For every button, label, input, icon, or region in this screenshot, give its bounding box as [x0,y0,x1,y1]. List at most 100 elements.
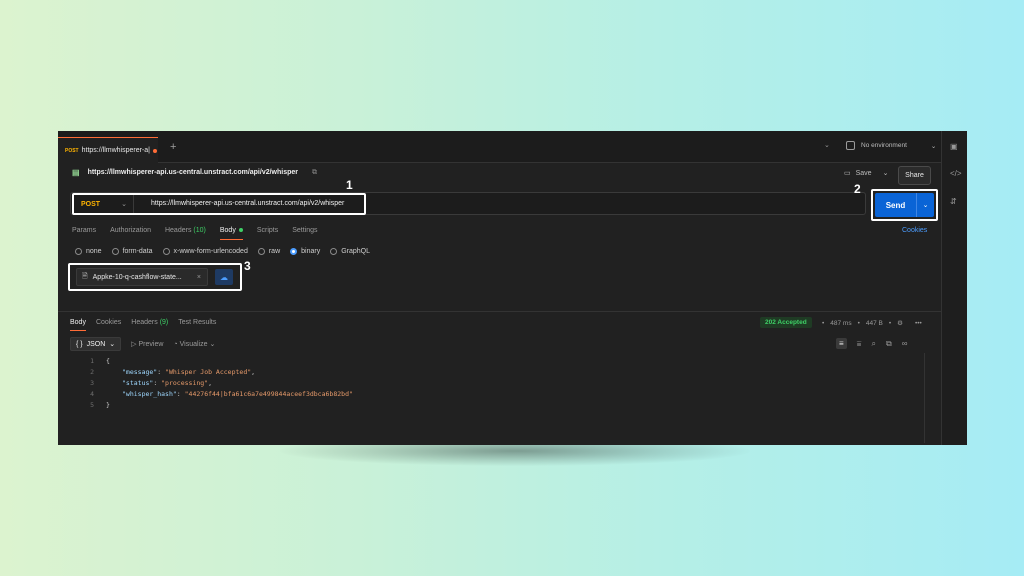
send-button[interactable]: Send ⌄ [875,193,934,217]
postman-window: POST https://llmwhisperer-a| + ⌄ No envi… [58,131,967,445]
save-icon: ▭ [844,170,851,177]
share-button[interactable]: Share [898,166,931,185]
highlight-box-2: Send ⌄ [871,189,938,221]
copy-icon[interactable]: ⧉ [886,339,892,349]
send-options-chevron-icon[interactable]: ⌄ [916,193,934,217]
json-value: "processing" [161,379,209,387]
network-info-icon[interactable]: ⚙ [897,319,903,327]
cookies-link[interactable]: Cookies [902,227,927,234]
link-icon[interactable]: ⧉ [312,169,317,177]
filter-icon[interactable]: ⩸ [857,339,862,349]
comma: , [251,368,256,376]
separator-dot: • [888,319,892,327]
line-number: 1 [90,357,94,365]
separator-dot: • [857,319,860,327]
json-key: "status" [122,379,154,387]
sidebar-panel-icon[interactable]: ▣ [950,142,958,151]
more-options-icon[interactable]: ••• [915,320,922,327]
tab-headers-label: Headers [164,227,192,234]
tab-params[interactable]: Params [72,227,96,234]
response-tab-headers[interactable]: Headers (9) [131,319,168,326]
right-sidebar: ▣ </> ⇵ [941,131,967,445]
request-tab[interactable]: POST https://llmwhisperer-a| [58,137,158,163]
tab-headers[interactable]: Headers (10) [165,227,206,234]
response-body-code[interactable]: 1 { 2 "message": "Whisper Job Accepted" … [84,356,353,411]
json-key: "message" [122,368,158,376]
tab-body[interactable]: Body [219,227,243,240]
file-name: Appke-10-q-cashflow-state... [92,273,182,281]
preview-label: Preview [138,341,164,348]
environment-icon [846,141,855,150]
radio-none[interactable]: none [75,248,102,255]
unsaved-dot-icon [152,148,157,153]
comma: , [208,379,213,387]
radio-circle-icon [111,248,119,255]
annotation-number-3: 3 [244,259,251,273]
request-title: ▤ https://llmwhisperer-api.us-central.un… [72,168,317,177]
tab-authorization[interactable]: Authorization [110,227,151,234]
close-brace: } [106,401,110,409]
tab-settings[interactable]: Settings [292,227,317,234]
radio-label: GraphQL [341,248,370,255]
chevron-down-icon: ⌄ [109,341,116,348]
tab-url: https://llmwhisperer-a| [81,147,150,154]
line-number: 2 [90,368,94,376]
link-icon[interactable]: ∞ [902,339,908,348]
format-select[interactable]: { } JSON ⌄ [70,337,122,351]
scrollbar[interactable] [924,353,925,443]
radio-label: form-data [122,248,153,255]
radio-label: x-www-form-urlencoded [173,248,248,255]
radio-circle-icon [162,248,170,255]
visualize-label: Visualize [179,341,208,348]
code-line: 1 { [84,356,353,367]
status-badge[interactable]: 202 Accepted [760,317,812,328]
radio-graphql[interactable]: GraphQL [330,248,370,255]
tab-overflow-chevron-icon[interactable]: ⌄ [824,141,830,149]
radio-circle-icon [330,248,338,255]
response-size[interactable]: 447 B [866,320,883,327]
preview-button[interactable]: ▷ Preview [131,340,163,348]
search-icon[interactable]: ⌕ [872,339,876,349]
code-line: 4 "whisper_hash": "44276f44|bfa61c6a7e49… [84,389,353,400]
save-button[interactable]: ▭ Save ⌄ [844,169,889,178]
radio-x-www-form-urlencoded[interactable]: x-www-form-urlencoded [162,248,248,255]
response-tab-test-results[interactable]: Test Results [178,319,216,326]
radio-raw[interactable]: raw [257,248,281,255]
save-chevron-icon[interactable]: ⌄ [883,169,889,177]
file-icon: 🗎 [82,272,88,280]
code-line: 3 "status": "processing" , [84,378,353,389]
request-title-url: https://llmwhisperer-api.us-central.unst… [87,169,299,176]
request-tabs: Params Authorization Headers (10) Body S… [72,227,318,240]
visualize-button[interactable]: ◔ Visualize ⌄ [173,340,215,348]
code-icon[interactable]: </> [950,169,962,178]
response-time[interactable]: 487 ms [830,320,851,327]
tab-scripts[interactable]: Scripts [257,227,278,234]
tab-body-label: Body [219,227,236,234]
line-number: 4 [90,390,94,398]
radio-label: raw [268,248,281,255]
chevron-down-icon: ⌄ [209,341,216,348]
new-tab-button[interactable]: + [170,141,176,153]
response-tab-body[interactable]: Body [70,319,86,331]
code-line: 5 } [84,400,353,411]
pane-divider[interactable] [58,311,941,312]
save-label: Save [855,169,872,177]
radio-circle-icon [75,248,82,255]
radio-circle-icon [257,248,265,255]
response-tab-cookies[interactable]: Cookies [96,319,121,326]
radio-binary[interactable]: binary [290,248,320,255]
body-type-radios: none form-data x-www-form-urlencoded raw… [75,248,370,255]
response-tools: ≡ ⩸ ⌕ ⧉ ∞ [836,338,907,349]
tab-headers-count: (10) [193,227,206,234]
json-value: "44276f44|bfa61c6a7e499844aceef3dbca6b82… [184,390,353,398]
related-collections-icon[interactable]: ⇵ [950,197,957,206]
cloud-upload-button[interactable]: ☁ [215,269,233,285]
selected-file[interactable]: 🗎 Appke-10-q-cashflow-state... × [76,268,208,286]
radio-form-data[interactable]: form-data [111,248,153,255]
radio-label: none [86,248,102,255]
annotation-number-2: 2 [854,182,861,196]
open-brace: { [106,357,110,365]
wrap-lines-icon[interactable]: ≡ [836,338,847,349]
remove-file-icon[interactable]: × [197,274,201,281]
line-number: 3 [90,379,94,387]
